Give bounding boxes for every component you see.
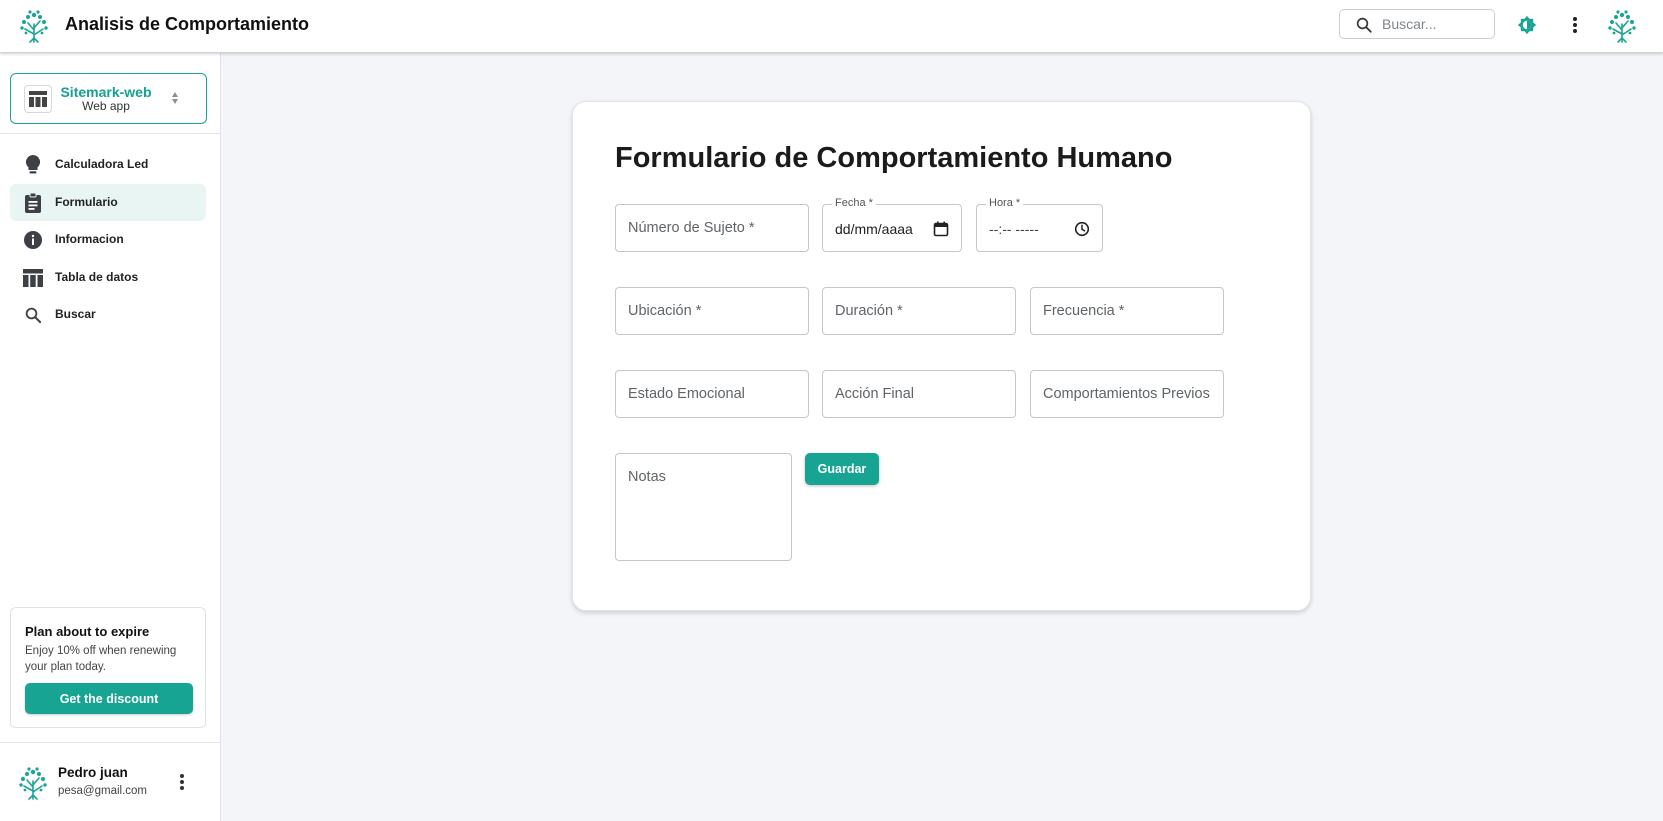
duration-input[interactable] [823,288,1015,334]
duration-field[interactable] [822,287,1016,335]
final-action-field[interactable] [822,370,1016,418]
time-field[interactable]: Hora * --:-- ----- [976,197,1103,252]
clipboard-icon [23,193,43,213]
frequency-input[interactable] [1031,288,1223,334]
form-title: Formulario de Comportamiento Humano [615,142,1173,174]
sidebar-item-label: Buscar [55,307,96,321]
location-field[interactable] [615,287,809,335]
lightbulb-icon [23,155,43,175]
subject-number-field[interactable] [615,204,809,252]
frequency-field[interactable] [1030,287,1224,335]
theme-toggle-button[interactable] [1513,11,1541,39]
info-icon [23,230,43,250]
user-email: pesa@gmail.com [58,785,148,797]
sidebar-item-buscar[interactable]: Buscar [10,296,206,333]
sidebar-item-tabla-de-datos[interactable]: Tabla de datos [10,259,206,296]
previous-behaviors-field[interactable] [1030,370,1224,418]
more-options-button[interactable] [1561,11,1589,39]
search-icon [23,305,43,325]
top-bar: Analisis de Comportamiento [0,0,1663,53]
date-field[interactable]: Fecha * dd/mm/aaaa [822,197,962,252]
user-avatar-icon [19,767,47,800]
user-name: Pedro juan [58,765,128,780]
get-discount-button[interactable]: Get the discount [25,683,193,714]
search-input[interactable] [1382,14,1488,34]
sidebar-item-formulario[interactable]: Formulario [10,184,206,221]
sidebar-item-label: Tabla de datos [55,270,139,284]
user-menu-button[interactable] [170,768,194,796]
sidebar-item-label: Calculadora Led [55,157,149,171]
sidebar: Sitemark-web Web app Calculadora Led For… [0,53,221,821]
save-button[interactable]: Guardar [805,453,879,485]
emotional-state-field[interactable] [615,370,809,418]
divider [0,742,221,743]
behavior-form-card: Formulario de Comportamiento Humano Fech… [572,101,1311,611]
emotional-state-input[interactable] [616,371,808,417]
date-value: dd/mm/aaaa [835,221,913,237]
previous-behaviors-input[interactable] [1031,371,1223,417]
subject-number-input[interactable] [616,205,808,251]
more-vert-icon [1573,17,1577,33]
table-icon [23,268,43,288]
search-icon [1356,17,1372,33]
time-label: Hora * [986,197,1024,209]
sidebar-item-label: Formulario [55,195,118,209]
clock-icon[interactable] [1074,221,1090,237]
sidebar-item-calculadora-led[interactable]: Calculadora Led [10,146,206,183]
plan-title: Plan about to expire [25,624,150,639]
notes-field[interactable] [615,453,792,561]
brightness-icon [1517,15,1537,35]
tree-logo-icon[interactable] [17,8,51,44]
plan-expire-card: Plan about to expire Enjoy 10% off when … [10,607,206,728]
time-value: --:-- ----- [989,221,1039,237]
unfold-icon [172,92,178,104]
plan-description: Enjoy 10% off when renewing your plan to… [25,645,177,673]
project-selector[interactable]: Sitemark-web Web app [10,73,207,124]
calendar-icon[interactable] [933,221,949,237]
divider [0,133,221,134]
notes-textarea[interactable] [616,454,791,560]
app-title: Analisis de Comportamiento [65,14,310,34]
more-vert-icon [180,774,184,790]
user-avatar-icon[interactable] [1605,8,1639,44]
search-box[interactable] [1339,9,1495,39]
date-label: Fecha * [832,197,876,209]
location-input[interactable] [616,288,808,334]
sidebar-item-label: Informacion [55,232,124,246]
final-action-input[interactable] [823,371,1015,417]
sidebar-item-informacion[interactable]: Informacion [10,221,206,258]
